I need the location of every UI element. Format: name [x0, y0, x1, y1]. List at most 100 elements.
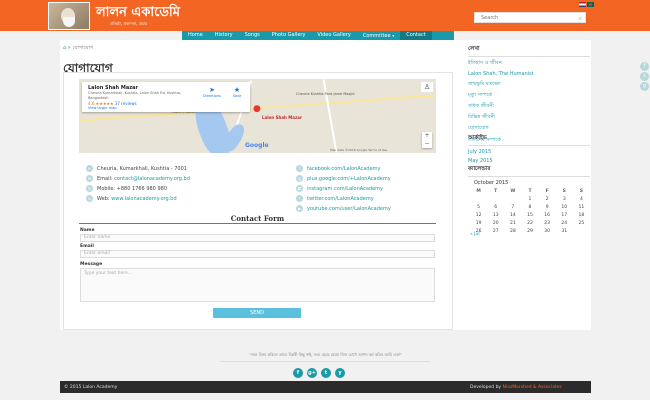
nav-committee[interactable]: Committee ▾ — [357, 31, 400, 40]
sidebar-recent-posts: লেখা ইতিহাস ও জীবন Lalon Shah, The Human… — [468, 46, 590, 145]
contact-form-title: Contact Form — [230, 214, 285, 223]
chevron-down-icon: ▾ — [392, 33, 395, 38]
form-divider — [79, 223, 436, 224]
search-icon[interactable]: ⌕ — [579, 15, 582, 23]
google-plus-icon[interactable]: g — [640, 82, 649, 91]
calendar-day-header: W — [510, 188, 516, 194]
contact-address: ⌖ Cheuria, Kumarkhali, Kushtia - 7001 — [86, 165, 187, 172]
email-field[interactable]: Enter email — [80, 250, 435, 258]
english-flag-icon[interactable] — [579, 2, 586, 7]
facebook-icon: f — [296, 165, 303, 172]
nav-history[interactable]: History — [209, 31, 239, 40]
sidebar-post-link[interactable]: Lalon Shah, The Humanist — [468, 71, 590, 77]
message-textarea[interactable]: Type your text here... — [80, 268, 435, 302]
calendar-day-header: S — [579, 188, 584, 194]
calendar-day: 1 — [528, 196, 532, 202]
map-place-address: Cheuria Kumarkhali, Kushtia, Lalon Shah … — [88, 91, 182, 100]
calendar-day — [470, 195, 487, 203]
directions-button[interactable]: ➤ Directions — [202, 86, 222, 98]
instagram-icon: ◘ — [296, 185, 303, 192]
calendar-day — [573, 227, 590, 235]
nav-video-gallery[interactable]: Video Gallery — [311, 31, 356, 40]
twitter-row: t twitter.com/LalonAcademy — [296, 195, 374, 202]
phone-icon: ✆ — [86, 185, 93, 192]
developer-label: Developed by — [470, 385, 502, 390]
calendar-day: 19 — [475, 220, 482, 226]
calendar-day: 31 — [561, 228, 568, 234]
map-pin-icon[interactable]: ● — [253, 104, 261, 114]
twitter-icon[interactable]: t — [321, 368, 331, 378]
email-link[interactable]: contact@lalonacademy.org.bd — [114, 176, 190, 182]
calendar-day: 28 — [509, 228, 516, 234]
street-view-pegman-icon[interactable]: ♙ — [421, 82, 433, 92]
archive-link[interactable]: May 2015 — [468, 158, 590, 164]
nav-songs[interactable]: Songs — [239, 31, 266, 40]
sidebar-recent-heading: লেখা — [468, 46, 590, 57]
name-field[interactable]: Enter name — [80, 234, 435, 242]
google-logo: Google — [245, 142, 269, 149]
google-plus-icon[interactable]: g+ — [307, 368, 317, 378]
nav-photo-gallery[interactable]: Photo Gallery — [266, 31, 312, 40]
calendar-day: 5 — [477, 204, 480, 210]
sidebar-post-link[interactable]: মৃত্যু সম্পর্কে — [468, 92, 590, 100]
zoom-out-icon[interactable]: − — [422, 140, 432, 148]
archive-link[interactable]: July 2015 — [468, 149, 590, 155]
developer-link[interactable]: NiazMorshed & Associates — [503, 385, 562, 390]
envelope-icon: ✉ — [86, 175, 93, 182]
calendar-prev-link[interactable]: « Jul — [470, 232, 480, 237]
calendar-day: 7 — [511, 204, 515, 210]
calendar-day: 20 — [492, 220, 499, 226]
sidebar-post-link[interactable]: সাধক জীবনী — [468, 103, 590, 111]
sidebar-calendar-heading-box: ক্যালেন্ডার — [468, 166, 590, 177]
calendar-day: 25 — [578, 220, 585, 226]
sidebar-post-link[interactable]: জন্মভূমি মতভেদ — [468, 81, 590, 89]
calendar-day — [504, 195, 521, 203]
message-label: Message — [80, 262, 103, 267]
search-box[interactable]: ⌕ — [474, 12, 586, 23]
sidebar-post-link[interactable]: যোগাযোগ — [468, 125, 590, 133]
instagram-link[interactable]: instagram.com/LalonAcademy — [307, 186, 383, 192]
address-text: Cheuria, Kumarkhali, Kushtia - 7001 — [97, 166, 187, 172]
calendar-day: 2 — [545, 196, 549, 202]
facebook-link[interactable]: facebook.com/LalonAcademy — [307, 166, 380, 172]
search-input[interactable] — [475, 13, 585, 22]
bangla-flag-icon[interactable] — [587, 2, 594, 7]
facebook-icon[interactable]: f — [640, 62, 649, 71]
sidebar-post-link[interactable]: বিভিন্ন জীবনী — [468, 114, 590, 122]
twitter-link[interactable]: twitter.com/LalonAcademy — [307, 196, 374, 202]
map-place-card: Lalon Shah Mazar Cheuria Kumarkhali, Kus… — [82, 82, 250, 112]
home-icon[interactable]: ⌂ — [63, 45, 66, 51]
map-zoom-control[interactable]: + − — [422, 132, 432, 148]
google-plus-link[interactable]: plus.google.com/+LalonAcademy — [307, 176, 391, 182]
sidebar-post-link[interactable]: ইতিহাস ও জীবন — [468, 60, 590, 68]
send-button[interactable]: SEND — [213, 308, 301, 318]
nav-contact[interactable]: Contact — [400, 31, 432, 40]
footer-quote: “সত্য বিনয় করিলে তাতে বিপ্লবী কিছু নাই,… — [248, 352, 403, 357]
youtube-link[interactable]: youtube.com/user/LalonAcademy — [307, 206, 391, 212]
save-button[interactable]: ★ Save — [227, 86, 247, 98]
zoom-in-icon[interactable]: + — [422, 132, 432, 140]
calendar-day: 16 — [544, 212, 550, 218]
sidebar-archive-heading: আর্কাইভ — [468, 135, 590, 146]
facebook-icon[interactable]: f — [293, 368, 303, 378]
contact-mobile: ✆ Mobile: +880 1766 980 980 — [86, 185, 167, 192]
calendar-day: 15 — [527, 212, 533, 218]
sidebar-archives: আর্কাইভ July 2015 May 2015 — [468, 135, 590, 164]
view-larger-map-link[interactable]: View larger map — [88, 106, 117, 110]
web-link[interactable]: www.lalonacademy.org.bd — [111, 196, 176, 202]
web-label: Web: — [97, 196, 110, 202]
map-pin-label: Lalon Shah Mazar — [262, 115, 302, 120]
map-reviews-link[interactable]: 37 reviews — [115, 101, 137, 106]
map-attribution: Map data ©2018 Google Terms of Use — [330, 148, 388, 152]
twitter-icon[interactable]: t — [640, 72, 649, 81]
calendar-day: 21 — [509, 220, 516, 226]
calendar-day: 8 — [528, 204, 532, 210]
bookmark-icon: ★ — [233, 86, 241, 94]
site-logo[interactable] — [48, 2, 90, 30]
nav-home[interactable]: Home — [182, 31, 209, 40]
mobile-number: +880 1766 980 980 — [116, 186, 167, 192]
calendar-day: 11 — [578, 204, 585, 210]
breadcrumb: ⌂ » যোগাযোগ — [63, 45, 94, 51]
youtube-icon[interactable]: y — [335, 368, 345, 378]
email-field-label: Email — [80, 244, 94, 249]
